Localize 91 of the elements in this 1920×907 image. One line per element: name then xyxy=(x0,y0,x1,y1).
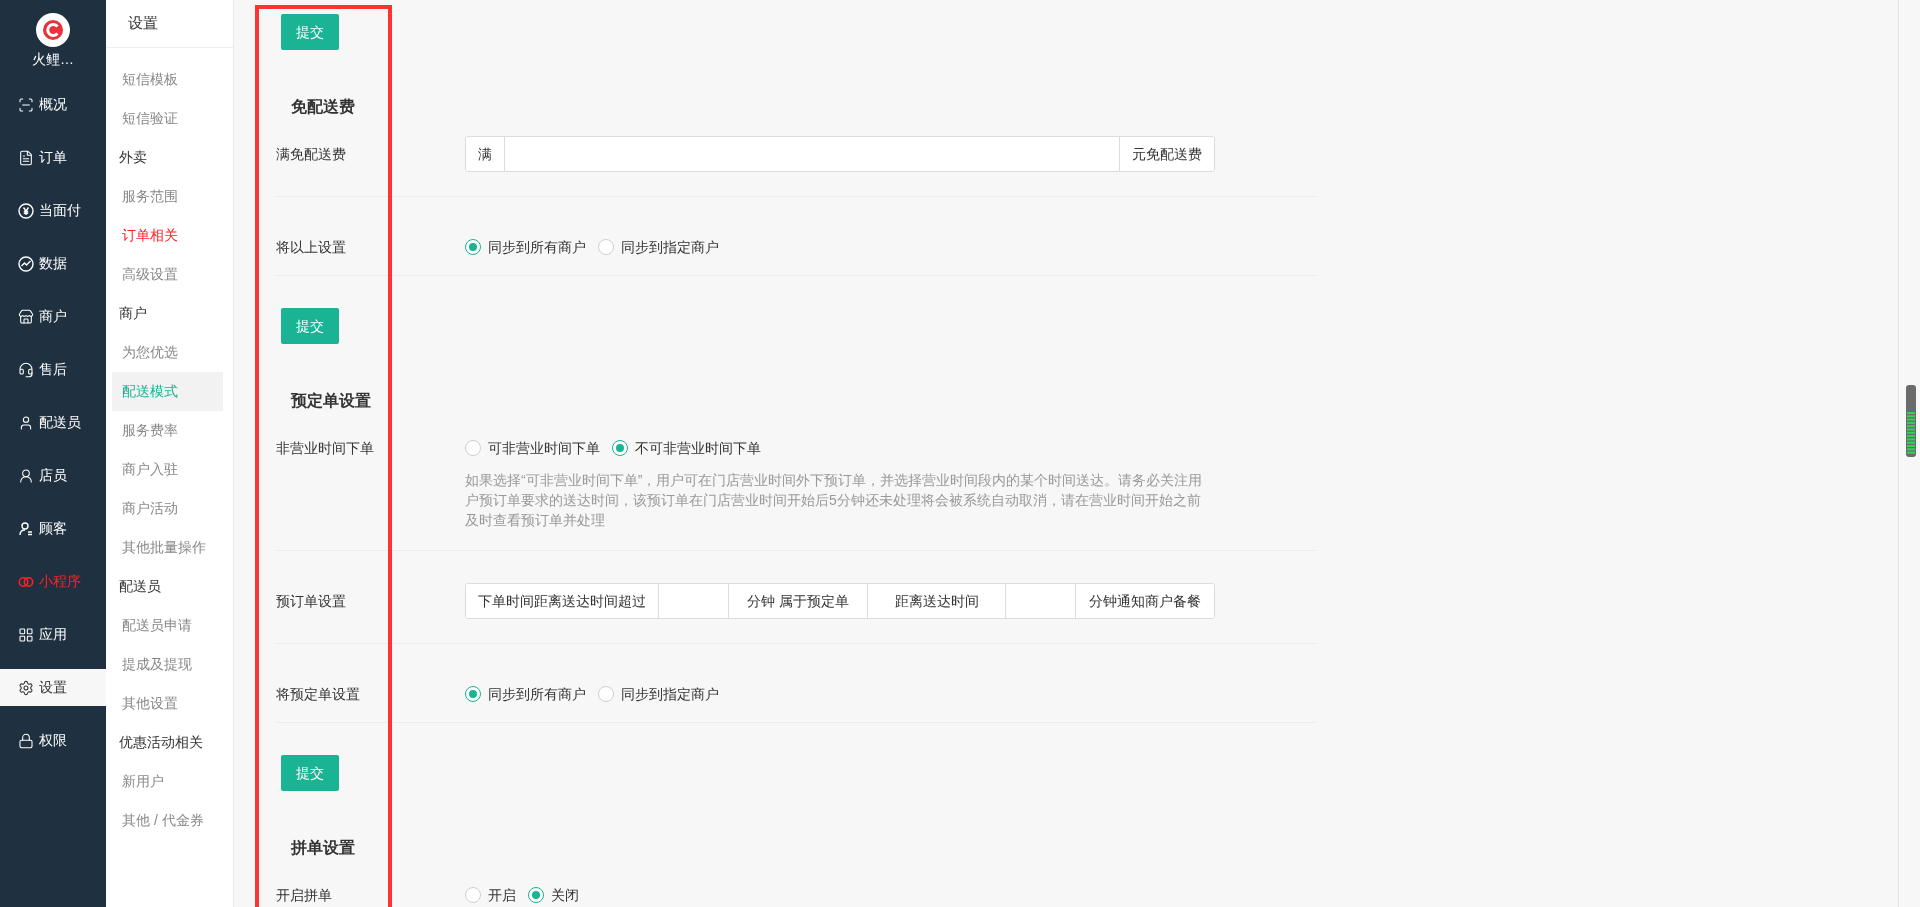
settings-icon xyxy=(18,679,34,696)
radio-button[interactable] xyxy=(465,887,481,903)
radio-label: 可非营业时间下单 xyxy=(488,438,600,458)
sub-nav-item[interactable]: 短信模板 xyxy=(112,60,223,99)
field-label: 将预定单设置 xyxy=(276,684,361,704)
sub-nav-item[interactable]: 服务范围 xyxy=(112,177,223,216)
user-icon xyxy=(18,467,34,484)
input-addon: 分钟 属于预定单 xyxy=(729,584,868,618)
lock-icon xyxy=(18,732,34,749)
nav-item[interactable]: 概况 xyxy=(0,78,106,131)
sub-nav-item[interactable]: 配送员申请 xyxy=(112,606,223,645)
nav-item[interactable]: 店员 xyxy=(0,449,106,502)
user-list-icon xyxy=(18,520,34,537)
radio-button[interactable] xyxy=(528,887,544,903)
nav-item[interactable]: 应用 xyxy=(0,608,106,661)
sub-nav-item[interactable]: 为您优选 xyxy=(112,333,223,372)
nav-item[interactable]: 小程序 xyxy=(0,555,106,608)
input-addon: 满 xyxy=(466,137,505,171)
sub-nav-item[interactable]: 其他 / 代金券 xyxy=(112,801,223,840)
radio-option[interactable]: 同步到指定商户 xyxy=(598,683,719,705)
sub-nav-group: 优惠活动相关 xyxy=(106,723,233,762)
sub-nav-item[interactable]: 其他设置 xyxy=(112,684,223,723)
radio-option[interactable]: 可非营业时间下单 xyxy=(465,437,600,459)
sub-nav-item[interactable]: 商户活动 xyxy=(112,489,223,528)
sub-nav-item[interactable]: 高级设置 xyxy=(112,255,223,294)
radio-option[interactable]: 同步到所有商户 xyxy=(465,236,586,258)
radio-option[interactable]: 同步到指定商户 xyxy=(598,236,719,258)
sub-nav-item[interactable]: 新用户 xyxy=(112,762,223,801)
input-addon: 距离送达时间 xyxy=(867,584,1007,618)
scan-icon xyxy=(18,96,34,113)
radio-label: 同步到指定商户 xyxy=(621,684,719,704)
radio-label: 关闭 xyxy=(551,885,579,905)
sub-nav-title: 设置 xyxy=(106,0,233,48)
document-icon xyxy=(18,149,34,166)
store-icon xyxy=(18,308,34,325)
input-field[interactable] xyxy=(505,137,1120,171)
nav-item[interactable]: 配送员 xyxy=(0,396,106,449)
radio-label: 不可非营业时间下单 xyxy=(635,438,761,458)
sub-nav-group: 商户 xyxy=(106,294,233,333)
field-label: 满免配送费 xyxy=(276,144,347,164)
radio-option[interactable]: 不可非营业时间下单 xyxy=(612,437,761,459)
nav-item[interactable]: 设置 xyxy=(0,669,106,706)
scrollbar-thumb-drawing[interactable] xyxy=(1906,385,1916,457)
radio-option[interactable]: 开启 xyxy=(465,884,516,906)
section-heading: 免配送费 xyxy=(291,97,356,117)
nav-item[interactable]: 商户 xyxy=(0,290,106,343)
sub-nav-group: 外卖 xyxy=(106,138,233,177)
headset-icon xyxy=(18,361,34,378)
radio-button[interactable] xyxy=(465,239,481,255)
field-label: 开启拼单 xyxy=(276,885,333,905)
section-heading: 预定单设置 xyxy=(291,391,372,411)
yen-circle-icon xyxy=(18,202,34,219)
radio-label: 开启 xyxy=(488,885,516,905)
user-icon xyxy=(18,414,34,431)
nav-item[interactable]: 数据 xyxy=(0,237,106,290)
radio-label: 同步到所有商户 xyxy=(488,684,586,704)
input-addon: 下单时间距离送达时间超过 xyxy=(466,584,659,618)
field-label: 将以上设置 xyxy=(276,237,347,257)
help-text: 如果选择“可非营业时间下单”，用户可在门店营业时间外下预订单，并选择营业时间段内的某个时间送达。请务必关注用户预订单要求的送达时间，该预订单在门店营业时间开始后5分钟还未处理将会被系统自动取消，请在营业时间开始之前及时查看预订单并处理 xyxy=(465,471,1204,530)
nav-item[interactable]: 订单 xyxy=(0,131,106,184)
nav-item[interactable]: 顾客 xyxy=(0,502,106,555)
nav-item[interactable]: 当面付 xyxy=(0,184,106,237)
chart-circle-icon xyxy=(18,255,34,272)
sub-nav-item[interactable]: 服务费率 xyxy=(112,411,223,450)
sub-nav-item[interactable]: 其他批量操作 xyxy=(112,528,223,567)
radio-option[interactable]: 关闭 xyxy=(528,884,579,906)
section-heading: 拼单设置 xyxy=(291,838,356,858)
radio-label: 同步到指定商户 xyxy=(621,237,719,257)
radio-button[interactable] xyxy=(598,239,614,255)
input-field[interactable] xyxy=(659,584,729,618)
sub-nav-item[interactable]: 短信验证 xyxy=(112,99,223,138)
sub-nav-item[interactable]: 订单相关 xyxy=(112,216,223,255)
field-label: 预订单设置 xyxy=(276,591,347,611)
input-field[interactable] xyxy=(1006,584,1077,618)
radio-label: 同步到所有商户 xyxy=(488,237,586,257)
sub-nav-item[interactable]: 商户入驻 xyxy=(112,450,223,489)
input-addon: 分钟通知商户备餐 xyxy=(1076,584,1214,618)
brand-name: 火鲤… xyxy=(32,50,74,69)
input-addon: 元免配送费 xyxy=(1120,137,1214,171)
radio-button[interactable] xyxy=(465,686,481,702)
field-label: 非营业时间下单 xyxy=(276,438,375,458)
radio-button[interactable] xyxy=(612,440,628,456)
radio-option[interactable]: 同步到所有商户 xyxy=(465,683,586,705)
nav-item[interactable]: 售后 xyxy=(0,343,106,396)
sub-nav-item[interactable]: 提成及提现 xyxy=(112,645,223,684)
radio-button[interactable] xyxy=(598,686,614,702)
nav-item[interactable]: 权限 xyxy=(0,714,106,767)
radio-button[interactable] xyxy=(465,440,481,456)
logo-icon xyxy=(36,13,70,47)
sub-nav-group: 配送员 xyxy=(106,567,233,606)
grid-icon xyxy=(18,626,34,643)
